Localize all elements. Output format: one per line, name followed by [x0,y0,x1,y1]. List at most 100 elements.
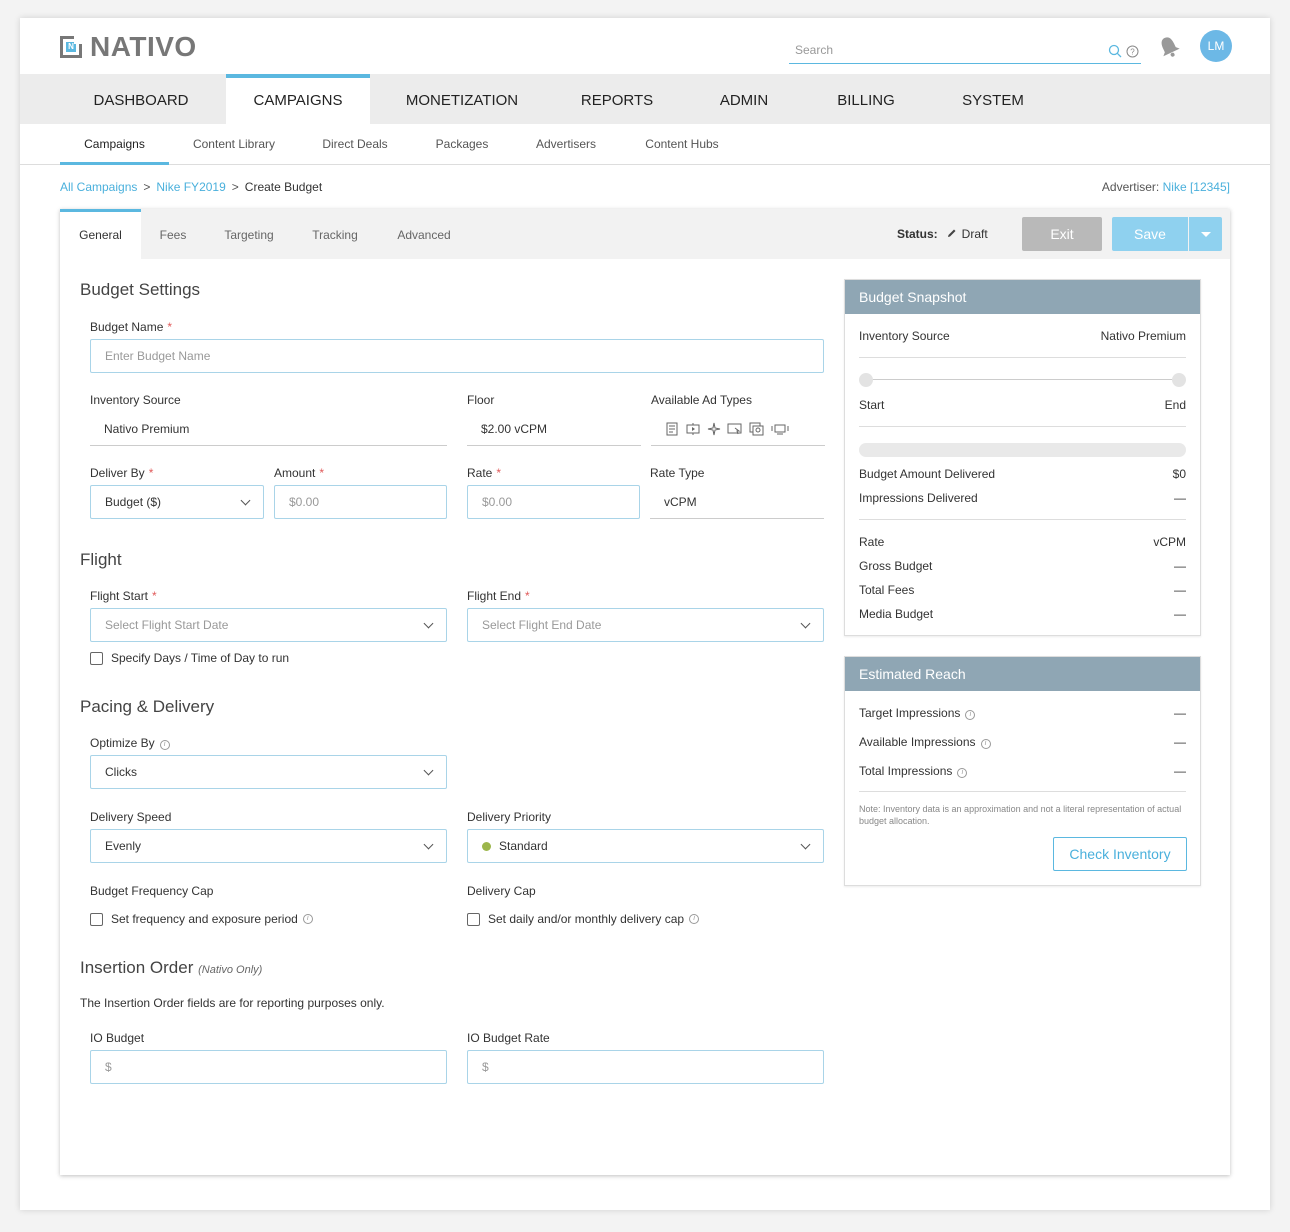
save-button[interactable]: Save [1112,217,1188,251]
snapshot-media-row: Media Budget — [859,607,1186,621]
notification-bell-icon[interactable] [1154,31,1184,62]
available-impressions-value: — [1174,735,1186,749]
io-budget-rate-input[interactable]: $ [467,1050,824,1084]
optimize-by-select[interactable]: Clicks [90,755,447,789]
breadcrumb-campaign[interactable]: Nike FY2019 [156,180,225,194]
amount-delivered-value: $0 [1172,467,1186,481]
status-indicator: Status: Draft [897,227,988,241]
gross-budget-value: — [1174,559,1186,573]
flight-heading: Flight [80,550,122,569]
amount-input[interactable]: $0.00 [274,485,447,519]
subnav-packages[interactable]: Packages [428,124,496,165]
nav-campaigns[interactable]: CAMPAIGNS [226,74,370,124]
info-icon[interactable]: i [957,768,968,778]
optimize-by-label: Optimize By i [90,736,170,750]
info-icon[interactable]: i [159,740,170,750]
snapshot-rate-value: vCPM [1153,535,1186,549]
logo-text: NATIVO [90,31,197,62]
required-mark: * [319,466,325,480]
flight-start-date-picker[interactable]: Select Flight Start Date [90,608,447,642]
io-budget-input[interactable]: $ [90,1050,447,1084]
insertion-order-title: Insertion Order [80,958,194,977]
delivery-cap-label: Delivery Cap [467,884,536,898]
amount-label: Amount * [274,466,324,480]
info-icon[interactable]: i [980,739,991,749]
timeline-track [865,379,1180,380]
reach-target-row: Target Impressions i — [859,706,1186,720]
rate-input[interactable]: $0.00 [467,485,640,519]
breadcrumb-all-campaigns[interactable]: All Campaigns [60,180,137,194]
nav-system[interactable]: SYSTEM [948,74,1038,124]
check-inventory-button[interactable]: Check Inventory [1053,837,1187,871]
checkbox-box[interactable] [90,651,103,665]
flight-end-date-picker[interactable]: Select Flight End Date [467,608,824,642]
frequency-cap-checkbox[interactable]: Set frequency and exposure period i [90,912,313,926]
snapshot-rate-row: Rate vCPM [859,535,1186,549]
user-avatar[interactable]: LM [1200,30,1232,62]
tab-advanced[interactable]: Advanced [390,209,458,259]
total-impressions-value: — [1174,764,1186,778]
advertiser-label: Advertiser: [1101,180,1160,194]
info-icon[interactable]: i [965,710,976,720]
tab-fees[interactable]: Fees [150,209,196,259]
frequency-cap-checkbox-label: Set frequency and exposure period [111,912,298,926]
subnav-direct-deals[interactable]: Direct Deals [314,124,396,165]
save-options-dropdown-button[interactable] [1189,217,1222,251]
rate-label-text: Rate [467,466,493,480]
status-label: Status: [897,227,938,241]
tab-tracking[interactable]: Tracking [306,209,364,259]
available-impressions-label-text: Available Impressions [859,735,976,749]
help-icon[interactable]: ? [1126,45,1139,58]
nav-dashboard[interactable]: DASHBOARD [78,74,204,124]
snapshot-timeline-labels: Start End [859,398,1186,412]
checkbox-box[interactable] [467,912,480,926]
flight-end-label-text: Flight End [467,589,522,603]
tab-general[interactable]: General [60,209,141,259]
nav-admin[interactable]: ADMIN [706,74,782,124]
subnav-content-hubs[interactable]: Content Hubs [636,124,728,165]
subnav-advertisers[interactable]: Advertisers [528,124,604,165]
delivery-priority-label: Delivery Priority [467,810,552,824]
advertiser-link[interactable]: Nike [12345] [1163,180,1230,194]
subnav-content-library[interactable]: Content Library [184,124,284,165]
info-icon[interactable]: i [302,914,313,924]
frequency-cap-label: Budget Frequency Cap [90,884,214,898]
search-bar: ? [789,40,1141,64]
delivery-cap-checkbox[interactable]: Set daily and/or monthly delivery cap i [467,912,700,926]
form-tabs: General Fees Targeting Tracking Advanced… [60,209,1230,259]
search-icon[interactable] [1108,44,1122,58]
divider [859,519,1186,520]
estimated-reach-title: Estimated Reach [845,657,1200,691]
required-mark: * [152,589,157,603]
total-fees-value: — [1174,583,1186,597]
subnav-campaigns[interactable]: Campaigns [60,124,169,165]
timeline-end-marker [1172,373,1186,387]
delivery-cap-checkbox-label: Set daily and/or monthly delivery cap [488,912,685,926]
info-icon[interactable]: i [689,914,700,924]
deliver-by-select[interactable]: Budget ($) [90,485,264,519]
nav-monetization[interactable]: MONETIZATION [392,74,532,124]
delivery-speed-select[interactable]: Evenly [90,829,447,863]
budget-name-input[interactable]: Enter Budget Name [90,339,824,373]
app-window: N NATIVO ? LM DASHBOARD CAMPAIGNS MONETI… [20,18,1270,1210]
pacing-heading: Pacing & Delivery [80,697,215,716]
tab-targeting[interactable]: Targeting [218,209,280,259]
search-input[interactable] [789,40,1089,60]
divider [859,426,1186,427]
amount-label-text: Amount [274,466,316,480]
delivery-priority-select[interactable]: Standard [467,829,824,863]
logo[interactable]: N NATIVO [60,31,197,62]
flight-end-label: Flight End * [467,589,530,603]
budget-name-label-text: Budget Name [90,320,164,334]
impressions-delivered-value: — [1174,491,1186,505]
exit-button[interactable]: Exit [1022,217,1102,251]
breadcrumb: All Campaigns > Nike FY2019 > Create Budget [60,180,322,194]
nav-billing[interactable]: BILLING [822,74,910,124]
status-value: Draft [961,227,988,241]
nav-reports[interactable]: REPORTS [566,74,668,124]
snapshot-amount-row: Budget Amount Delivered $0 [859,467,1186,481]
divider [859,357,1186,358]
checkbox-box[interactable] [90,912,103,926]
delivery-speed-label: Delivery Speed [90,810,172,824]
days-time-checkbox[interactable]: Specify Days / Time of Day to run [90,651,289,665]
